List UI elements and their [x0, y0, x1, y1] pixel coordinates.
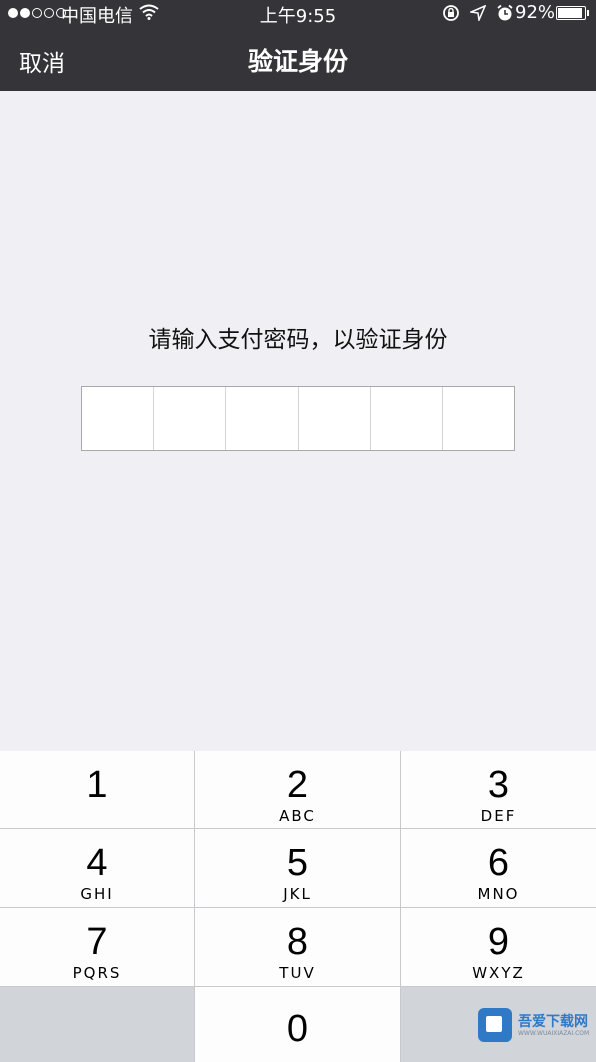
key-8[interactable]: 8 TUV: [195, 908, 400, 986]
keypad-blank-key: [0, 987, 194, 1062]
cube-icon: [478, 1008, 512, 1042]
key-2[interactable]: 2 ABC: [195, 751, 400, 828]
key-6[interactable]: 6 MNO: [401, 829, 596, 907]
key-letters: DEF: [480, 807, 517, 825]
key-letters: PQRS: [72, 964, 122, 982]
key-letters: GHI: [80, 885, 114, 903]
battery-percent: 92%: [515, 2, 556, 23]
key-digit: 1: [86, 764, 108, 806]
key-letters: WXYZ: [472, 964, 525, 982]
key-digit: 5: [286, 842, 309, 884]
key-digit: 8: [286, 921, 309, 963]
key-digit: 2: [286, 764, 309, 806]
pin-digit-cell[interactable]: [82, 387, 155, 450]
watermark-url: WWW.WUAIXIAZAI.COM: [518, 1029, 590, 1037]
top-bar: 中国电信 上午9:55 92% 取消 验证身份: [0, 0, 596, 91]
password-prompt: 请输入支付密码，以验证身份: [148, 327, 448, 353]
page-title: 验证身份: [247, 47, 348, 76]
pin-digit-cell[interactable]: [226, 387, 299, 450]
key-letters: JKL: [283, 885, 312, 903]
alarm-icon: [496, 4, 514, 27]
location-icon: [468, 4, 487, 26]
key-digit: 7: [86, 921, 108, 963]
key-5[interactable]: 5 JKL: [195, 829, 400, 907]
key-1[interactable]: 1: [0, 751, 194, 828]
key-0[interactable]: 0: [195, 987, 400, 1062]
watermark-logo: 吾爱下载网 WWW.WUAIXIAZAI.COM: [478, 1003, 590, 1047]
pin-digit-cell[interactable]: [371, 387, 443, 450]
key-4[interactable]: 4 GHI: [0, 829, 194, 907]
watermark-name: 吾爱下载网: [518, 1013, 588, 1030]
pin-digit-cell[interactable]: [154, 387, 227, 450]
key-digit: 9: [487, 921, 510, 963]
key-7[interactable]: 7 PQRS: [0, 908, 194, 986]
key-9[interactable]: 9 WXYZ: [401, 908, 596, 986]
key-digit: 3: [487, 764, 510, 806]
status-icons: [442, 4, 514, 27]
key-letters: TUV: [279, 964, 316, 982]
password-input[interactable]: [81, 386, 515, 451]
battery-nub: [587, 10, 589, 16]
rotation-lock-icon: [442, 4, 460, 27]
pin-digit-cell[interactable]: [299, 387, 371, 450]
battery-fill: [558, 8, 582, 18]
key-digit: 6: [487, 842, 510, 884]
status-bar: 中国电信 上午9:55 92%: [0, 0, 596, 28]
key-3[interactable]: 3 DEF: [401, 751, 596, 828]
key-letters: ABC: [279, 807, 316, 825]
key-digit: 0: [286, 1008, 309, 1050]
key-digit: 4: [86, 842, 108, 884]
pin-digit-cell[interactable]: [443, 387, 514, 450]
key-letters: MNO: [477, 885, 520, 903]
battery-icon: [556, 6, 586, 20]
